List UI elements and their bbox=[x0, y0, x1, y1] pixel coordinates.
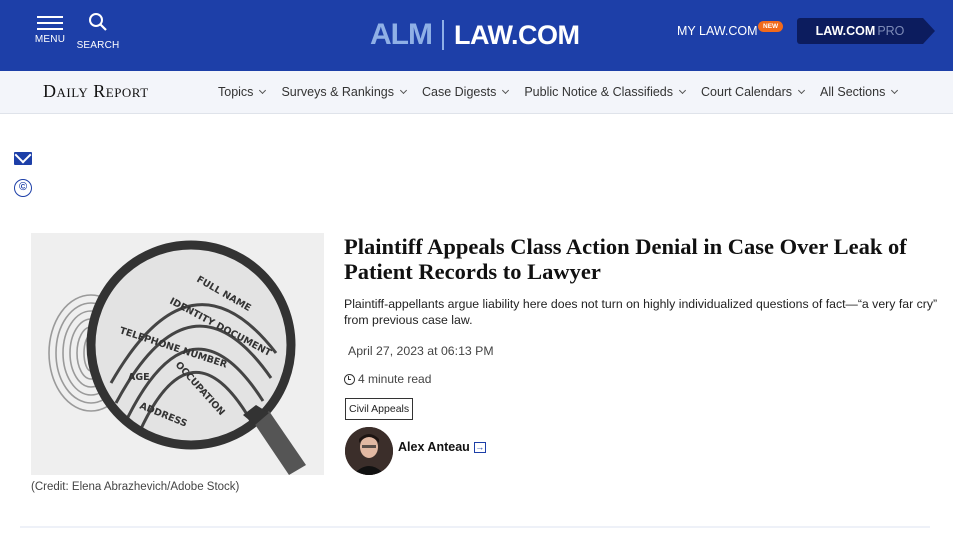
alm-law-logo[interactable]: ALM LAW.COM bbox=[370, 18, 580, 52]
brand-alm: ALM bbox=[370, 18, 433, 51]
author-avatar[interactable] bbox=[345, 427, 393, 475]
article-date: April 27, 2023 at 06:13 PM bbox=[348, 344, 494, 358]
article-title[interactable]: Plaintiff Appeals Class Action Denial in… bbox=[344, 234, 934, 284]
nav-item-case-digests[interactable]: Case Digests bbox=[422, 85, 510, 99]
nav-item-court-calendars[interactable]: Court Calendars bbox=[701, 85, 806, 99]
article-summary: Plaintiff-appellants argue liability her… bbox=[344, 297, 938, 327]
copyright-icon[interactable]: © bbox=[14, 179, 32, 197]
author-name: Alex Anteau bbox=[398, 440, 470, 454]
law-pro-button[interactable]: LAW.COM PRO bbox=[797, 18, 923, 44]
article-image: FULL NAME IDENTITY DOCUMENT TELEPHONE NU… bbox=[31, 233, 324, 475]
nav-item-surveys[interactable]: Surveys & Rankings bbox=[281, 85, 408, 99]
my-law-link[interactable]: MY LAW.COM bbox=[677, 24, 758, 38]
search-label: SEARCH bbox=[76, 40, 120, 51]
search-icon bbox=[89, 13, 107, 31]
nav-item-public-notice[interactable]: Public Notice & Classifieds bbox=[524, 85, 687, 99]
image-word-age: AGE bbox=[128, 372, 150, 383]
follow-author-icon[interactable]: → bbox=[473, 441, 486, 453]
daily-report-logo[interactable]: Daily Report bbox=[43, 81, 149, 102]
pro-main-label: LAW.COM bbox=[815, 24, 876, 38]
top-bar: MENU SEARCH ALM LAW.COM MY LAW.COM NEW L… bbox=[0, 0, 953, 71]
chevron-down-icon bbox=[399, 86, 408, 95]
hamburger-icon bbox=[37, 16, 63, 30]
content-divider bbox=[20, 526, 930, 528]
magnifier-fingerprint-illustration: FULL NAME IDENTITY DOCUMENT TELEPHONE NU… bbox=[31, 233, 324, 475]
nav-items: Topics Surveys & Rankings Case Digests P… bbox=[218, 85, 913, 99]
chevron-down-icon bbox=[259, 86, 267, 95]
nav-item-all-sections[interactable]: All Sections bbox=[820, 85, 899, 99]
chevron-down-icon bbox=[891, 86, 899, 95]
image-credit: (Credit: Elena Abrazhevich/Adobe Stock) bbox=[31, 481, 240, 493]
topic-tag[interactable]: Civil Appeals bbox=[345, 398, 414, 420]
menu-label: MENU bbox=[34, 34, 66, 45]
email-share-icon[interactable] bbox=[14, 152, 32, 165]
share-tools: © bbox=[14, 152, 32, 197]
author-photo bbox=[345, 427, 393, 475]
nav-item-topics[interactable]: Topics bbox=[218, 85, 267, 99]
pro-suffix-label: PRO bbox=[877, 24, 905, 38]
author-link[interactable]: Alex Anteau → bbox=[398, 440, 486, 454]
brand-separator bbox=[441, 20, 444, 50]
pro-button-arrow bbox=[923, 18, 935, 44]
chevron-down-icon bbox=[678, 86, 687, 95]
chevron-down-icon bbox=[797, 86, 806, 95]
read-time: 4 minute read bbox=[344, 372, 431, 386]
search-button[interactable]: SEARCH bbox=[76, 12, 120, 51]
clock-icon bbox=[344, 373, 355, 385]
section-nav: Daily Report Topics Surveys & Rankings C… bbox=[0, 71, 953, 114]
read-time-label: 4 minute read bbox=[358, 372, 432, 386]
chevron-down-icon bbox=[502, 86, 510, 95]
brand-law: LAW.COM bbox=[453, 19, 580, 50]
new-badge: NEW bbox=[758, 21, 784, 32]
menu-button[interactable]: MENU bbox=[33, 12, 67, 45]
